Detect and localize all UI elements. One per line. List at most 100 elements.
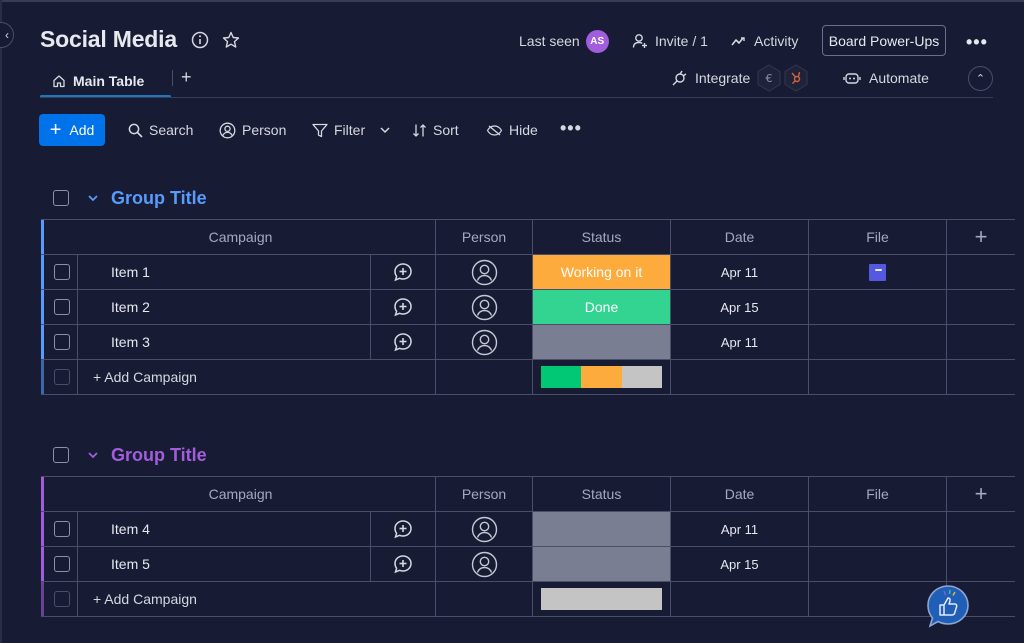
group-select-checkbox[interactable] — [53, 447, 69, 463]
status-cell[interactable]: Done — [533, 290, 671, 324]
search-button[interactable]: Search — [128, 118, 193, 142]
item-name[interactable]: Item 2 — [78, 290, 371, 324]
search-label: Search — [149, 122, 194, 138]
column-header-campaign[interactable]: Campaign — [46, 477, 436, 511]
item-name[interactable]: Item 4 — [78, 512, 371, 546]
date-cell[interactable]: Apr 15 — [671, 547, 809, 581]
board-title[interactable]: Social Media — [40, 26, 177, 53]
file-thumbnail-icon[interactable] — [869, 263, 886, 281]
star-icon[interactable] — [222, 31, 240, 49]
file-cell[interactable] — [809, 255, 947, 289]
sidebar-collapse-button[interactable]: ‹ — [0, 22, 14, 48]
collapse-header-button[interactable]: ⌃ — [968, 66, 993, 91]
sort-button[interactable]: Sort — [412, 118, 459, 142]
file-cell[interactable] — [809, 512, 947, 546]
column-header-status[interactable]: Status — [533, 477, 671, 511]
add-update-button[interactable] — [371, 512, 436, 546]
file-cell[interactable] — [809, 290, 947, 324]
person-label: Person — [242, 122, 287, 138]
add-update-button[interactable] — [371, 255, 436, 289]
add-column-button[interactable]: + — [947, 220, 1015, 254]
add-update-button[interactable] — [371, 290, 436, 324]
group-title[interactable]: Group Title — [111, 445, 207, 466]
item-name[interactable]: Item 3 — [78, 325, 371, 359]
table-row[interactable]: Item 2 Done Apr 15 — [41, 290, 1015, 325]
row-checkbox[interactable] — [53, 334, 70, 350]
item-name[interactable]: Item 1 — [78, 255, 371, 289]
row-checkbox[interactable] — [53, 521, 70, 537]
table-row[interactable]: Item 5 Apr 15 — [41, 547, 1015, 582]
add-update-button[interactable] — [371, 547, 436, 581]
activity-button[interactable]: Activity — [731, 28, 798, 54]
status-summary-segment — [541, 366, 582, 388]
row-checkbox[interactable] — [53, 264, 70, 280]
column-header-person[interactable]: Person — [436, 220, 533, 254]
file-cell[interactable] — [809, 325, 947, 359]
column-header-file[interactable]: File — [809, 477, 947, 511]
status-summary-bar[interactable] — [541, 588, 662, 610]
empty-cell — [947, 255, 1015, 289]
tab-main-table[interactable]: Main Table — [40, 66, 171, 96]
group-title[interactable]: Group Title — [111, 188, 207, 209]
mailchimp-integration-icon[interactable]: € — [755, 64, 783, 92]
add-campaign-input[interactable]: + Add Campaign — [78, 360, 436, 394]
filter-dropdown-button[interactable] — [379, 118, 397, 142]
toolbar-more-icon[interactable]: ••• — [560, 116, 582, 140]
date-cell[interactable]: Apr 15 — [671, 290, 809, 324]
column-header-date[interactable]: Date — [671, 220, 809, 254]
group-select-checkbox[interactable] — [53, 190, 69, 206]
table-row[interactable]: Item 1 Working on it Apr 11 — [41, 255, 1015, 290]
status-cell[interactable] — [533, 325, 671, 359]
person-filter-button[interactable]: Person — [219, 118, 286, 142]
date-cell[interactable]: Apr 11 — [671, 325, 809, 359]
person-cell[interactable] — [436, 290, 533, 324]
hide-label: Hide — [509, 122, 538, 138]
more-options-icon[interactable]: ••• — [966, 32, 988, 53]
status-summary-bar[interactable] — [541, 366, 662, 388]
automate-button[interactable]: Automate — [843, 66, 929, 90]
person-cell[interactable] — [436, 547, 533, 581]
add-column-button[interactable]: + — [947, 477, 1015, 511]
last-seen[interactable]: Last seen AS — [519, 28, 609, 54]
add-update-button[interactable] — [371, 325, 436, 359]
hide-button[interactable]: Hide — [486, 118, 538, 142]
feedback-thumbs-up-icon[interactable] — [925, 583, 971, 629]
date-cell[interactable]: Apr 11 — [671, 255, 809, 289]
chevron-down-icon[interactable] — [87, 191, 99, 205]
add-item-button[interactable]: + Add — [39, 114, 105, 146]
column-header-status[interactable]: Status — [533, 220, 671, 254]
status-cell[interactable] — [533, 547, 671, 581]
column-header-date[interactable]: Date — [671, 477, 809, 511]
person-cell[interactable] — [436, 255, 533, 289]
empty-cell — [809, 360, 947, 394]
sort-icon — [413, 123, 426, 137]
status-cell[interactable]: Working on it — [533, 255, 671, 289]
person-cell[interactable] — [436, 512, 533, 546]
tabs-divider — [40, 97, 993, 98]
row-checkbox[interactable] — [53, 299, 70, 315]
file-cell[interactable] — [809, 547, 947, 581]
table-row[interactable]: Item 4 Apr 11 — [41, 512, 1015, 547]
column-header-person[interactable]: Person — [436, 477, 533, 511]
add-view-button[interactable]: + — [181, 67, 192, 88]
filter-button[interactable]: Filter — [312, 118, 365, 142]
info-icon[interactable] — [191, 31, 209, 49]
person-icon — [219, 122, 236, 138]
date-cell[interactable]: Apr 11 — [671, 512, 809, 546]
add-campaign-input[interactable]: + Add Campaign — [78, 582, 436, 616]
board-power-ups-button[interactable]: Board Power-Ups — [822, 25, 946, 56]
item-name[interactable]: Item 5 — [78, 547, 371, 581]
invite-button[interactable]: Invite / 1 — [632, 28, 708, 54]
status-cell[interactable] — [533, 512, 671, 546]
person-cell[interactable] — [436, 325, 533, 359]
last-seen-label: Last seen — [519, 33, 580, 49]
row-checkbox[interactable] — [53, 556, 70, 572]
group-header: Group Title — [53, 443, 207, 467]
column-header-campaign[interactable]: Campaign — [46, 220, 436, 254]
table-row[interactable]: Item 3 Apr 11 — [41, 325, 1015, 360]
chevron-down-icon[interactable] — [87, 448, 99, 462]
activity-label: Activity — [754, 33, 799, 49]
integrate-button[interactable]: Integrate — [671, 66, 750, 90]
hubspot-integration-icon[interactable] — [782, 64, 810, 92]
column-header-file[interactable]: File — [809, 220, 947, 254]
